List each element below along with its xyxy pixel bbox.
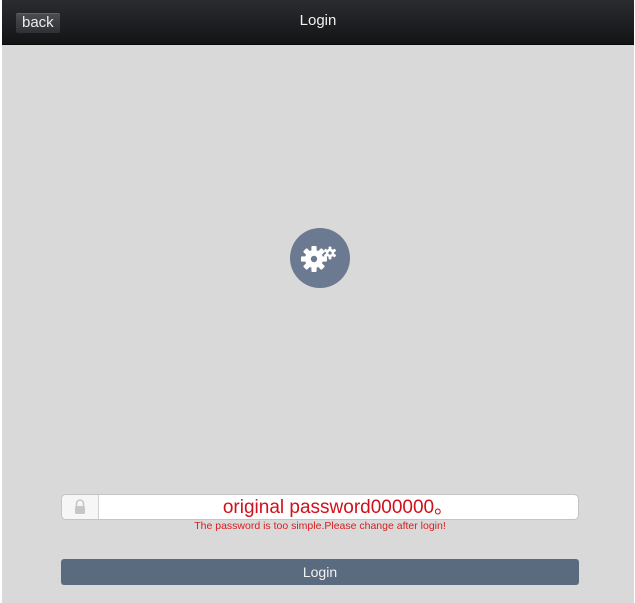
app-screen: back Login original password000000。 The … (2, 0, 634, 603)
password-warning: The password is too simple.Please change… (194, 520, 446, 532)
login-button[interactable]: Login (61, 559, 579, 585)
top-navigation-bar: back Login (2, 0, 634, 45)
password-field[interactable]: original password000000。 (61, 494, 579, 520)
gears-icon (301, 246, 337, 272)
password-value: original password000000。 (222, 497, 454, 518)
lock-icon-box (62, 495, 99, 519)
app-logo (290, 228, 350, 288)
page-title: Login (299, 12, 337, 29)
lock-icon (75, 499, 85, 514)
